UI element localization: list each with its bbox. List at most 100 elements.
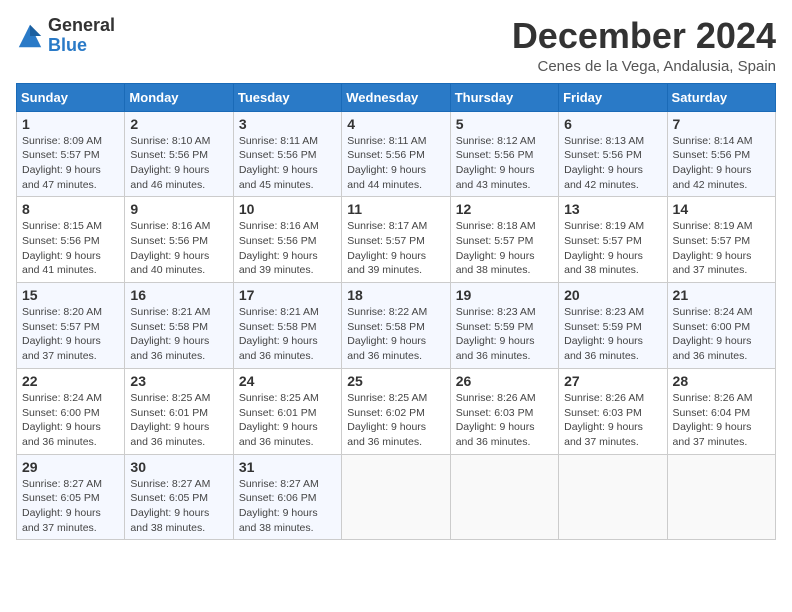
- weekday-header: Wednesday: [342, 83, 450, 111]
- calendar-header-row: SundayMondayTuesdayWednesdayThursdayFrid…: [17, 83, 776, 111]
- calendar-cell: 2 Sunrise: 8:10 AMSunset: 5:56 PMDaylight…: [125, 111, 233, 197]
- calendar-cell: 15Sunrise: 8:20 AMSunset: 5:57 PMDayligh…: [17, 283, 125, 369]
- day-number: 12: [456, 201, 553, 217]
- day-number: 31: [239, 459, 336, 475]
- logo-text: General Blue: [48, 16, 115, 56]
- page-header: General Blue December 2024 Cenes de la V…: [16, 16, 776, 75]
- calendar-cell: 17Sunrise: 8:21 AMSunset: 5:58 PMDayligh…: [233, 283, 341, 369]
- calendar-cell: 20Sunrise: 8:23 AMSunset: 5:59 PMDayligh…: [559, 283, 667, 369]
- calendar-cell: 9 Sunrise: 8:16 AMSunset: 5:56 PMDaylight…: [125, 197, 233, 283]
- weekday-header: Thursday: [450, 83, 558, 111]
- day-info: Sunrise: 8:14 AMSunset: 5:56 PMDaylight:…: [673, 134, 770, 193]
- calendar-cell: 8Sunrise: 8:15 AMSunset: 5:56 PMDaylight…: [17, 197, 125, 283]
- day-number: 29: [22, 459, 119, 475]
- calendar-cell: 3 Sunrise: 8:11 AMSunset: 5:56 PMDaylight…: [233, 111, 341, 197]
- day-info: Sunrise: 8:16 AMSunset: 5:56 PMDaylight:…: [239, 219, 336, 278]
- calendar-cell: 19 Sunrise: 8:23 AMSunset: 5:59 PMDayligh…: [450, 283, 558, 369]
- weekday-header: Tuesday: [233, 83, 341, 111]
- day-info: Sunrise: 8:23 AMSunset: 5:59 PMDaylight:…: [456, 305, 553, 364]
- weekday-header: Sunday: [17, 83, 125, 111]
- day-number: 5: [456, 116, 553, 132]
- calendar-cell: [559, 454, 667, 540]
- day-number: 24: [239, 373, 336, 389]
- day-number: 13: [564, 201, 661, 217]
- day-info: Sunrise: 8:17 AMSunset: 5:57 PMDaylight:…: [347, 219, 444, 278]
- calendar-cell: 26 Sunrise: 8:26 AMSunset: 6:03 PMDayligh…: [450, 368, 558, 454]
- day-number: 11: [347, 201, 444, 217]
- day-number: 2: [130, 116, 227, 132]
- calendar-cell: 4Sunrise: 8:11 AMSunset: 5:56 PMDaylight…: [342, 111, 450, 197]
- day-number: 26: [456, 373, 553, 389]
- calendar-cell: 18 Sunrise: 8:22 AMSunset: 5:58 PMDayligh…: [342, 283, 450, 369]
- day-info: Sunrise: 8:20 AMSunset: 5:57 PMDaylight:…: [22, 305, 119, 364]
- day-info: Sunrise: 8:26 AMSunset: 6:03 PMDaylight:…: [564, 391, 661, 450]
- day-info: Sunrise: 8:12 AMSunset: 5:56 PMDaylight:…: [456, 134, 553, 193]
- day-info: Sunrise: 8:19 AMSunset: 5:57 PMDaylight:…: [564, 219, 661, 278]
- day-number: 18: [347, 287, 444, 303]
- day-info: Sunrise: 8:13 AMSunset: 5:56 PMDaylight:…: [564, 134, 661, 193]
- day-number: 20: [564, 287, 661, 303]
- weekday-header: Saturday: [667, 83, 775, 111]
- calendar-cell: 5 Sunrise: 8:12 AMSunset: 5:56 PMDaylight…: [450, 111, 558, 197]
- day-info: Sunrise: 8:25 AMSunset: 6:01 PMDaylight:…: [239, 391, 336, 450]
- calendar-cell: 24 Sunrise: 8:25 AMSunset: 6:01 PMDayligh…: [233, 368, 341, 454]
- calendar-cell: [667, 454, 775, 540]
- calendar-cell: 30 Sunrise: 8:27 AMSunset: 6:05 PMDayligh…: [125, 454, 233, 540]
- day-info: Sunrise: 8:26 AMSunset: 6:03 PMDaylight:…: [456, 391, 553, 450]
- day-info: Sunrise: 8:16 AMSunset: 5:56 PMDaylight:…: [130, 219, 227, 278]
- day-number: 9: [130, 201, 227, 217]
- day-number: 6: [564, 116, 661, 132]
- calendar-cell: 31Sunrise: 8:27 AMSunset: 6:06 PMDayligh…: [233, 454, 341, 540]
- calendar-cell: 11 Sunrise: 8:17 AMSunset: 5:57 PMDayligh…: [342, 197, 450, 283]
- day-number: 3: [239, 116, 336, 132]
- day-info: Sunrise: 8:11 AMSunset: 5:56 PMDaylight:…: [239, 134, 336, 193]
- day-info: Sunrise: 8:27 AMSunset: 6:05 PMDaylight:…: [22, 477, 119, 536]
- day-number: 23: [130, 373, 227, 389]
- calendar-cell: 14 Sunrise: 8:19 AMSunset: 5:57 PMDayligh…: [667, 197, 775, 283]
- day-info: Sunrise: 8:10 AMSunset: 5:56 PMDaylight:…: [130, 134, 227, 193]
- calendar-cell: 16 Sunrise: 8:21 AMSunset: 5:58 PMDayligh…: [125, 283, 233, 369]
- calendar-cell: 10 Sunrise: 8:16 AMSunset: 5:56 PMDayligh…: [233, 197, 341, 283]
- day-info: Sunrise: 8:27 AMSunset: 6:05 PMDaylight:…: [130, 477, 227, 536]
- calendar-week-row: 1 Sunrise: 8:09 AMSunset: 5:57 PMDaylight…: [17, 111, 776, 197]
- day-number: 30: [130, 459, 227, 475]
- day-number: 1: [22, 116, 119, 132]
- day-info: Sunrise: 8:22 AMSunset: 5:58 PMDaylight:…: [347, 305, 444, 364]
- weekday-header: Monday: [125, 83, 233, 111]
- day-number: 22: [22, 373, 119, 389]
- logo-general-text: General: [48, 16, 115, 36]
- day-info: Sunrise: 8:24 AMSunset: 6:00 PMDaylight:…: [673, 305, 770, 364]
- day-info: Sunrise: 8:18 AMSunset: 5:57 PMDaylight:…: [456, 219, 553, 278]
- day-number: 25: [347, 373, 444, 389]
- calendar-cell: 25Sunrise: 8:25 AMSunset: 6:02 PMDayligh…: [342, 368, 450, 454]
- title-block: December 2024 Cenes de la Vega, Andalusi…: [512, 16, 776, 75]
- day-info: Sunrise: 8:21 AMSunset: 5:58 PMDaylight:…: [130, 305, 227, 364]
- day-number: 19: [456, 287, 553, 303]
- calendar-cell: 27 Sunrise: 8:26 AMSunset: 6:03 PMDayligh…: [559, 368, 667, 454]
- day-number: 27: [564, 373, 661, 389]
- day-number: 10: [239, 201, 336, 217]
- day-number: 7: [673, 116, 770, 132]
- day-number: 8: [22, 201, 119, 217]
- day-info: Sunrise: 8:09 AMSunset: 5:57 PMDaylight:…: [22, 134, 119, 193]
- day-info: Sunrise: 8:25 AMSunset: 6:01 PMDaylight:…: [130, 391, 227, 450]
- calendar-cell: [450, 454, 558, 540]
- day-number: 17: [239, 287, 336, 303]
- calendar-cell: 7 Sunrise: 8:14 AMSunset: 5:56 PMDaylight…: [667, 111, 775, 197]
- logo-icon: [16, 22, 44, 50]
- calendar-cell: 13 Sunrise: 8:19 AMSunset: 5:57 PMDayligh…: [559, 197, 667, 283]
- calendar-cell: 22 Sunrise: 8:24 AMSunset: 6:00 PMDayligh…: [17, 368, 125, 454]
- day-number: 21: [673, 287, 770, 303]
- calendar-week-row: 29 Sunrise: 8:27 AMSunset: 6:05 PMDayligh…: [17, 454, 776, 540]
- day-info: Sunrise: 8:24 AMSunset: 6:00 PMDaylight:…: [22, 391, 119, 450]
- logo: General Blue: [16, 16, 115, 56]
- day-info: Sunrise: 8:19 AMSunset: 5:57 PMDaylight:…: [673, 219, 770, 278]
- day-info: Sunrise: 8:26 AMSunset: 6:04 PMDaylight:…: [673, 391, 770, 450]
- calendar-cell: 29 Sunrise: 8:27 AMSunset: 6:05 PMDayligh…: [17, 454, 125, 540]
- calendar-cell: 23 Sunrise: 8:25 AMSunset: 6:01 PMDayligh…: [125, 368, 233, 454]
- day-number: 14: [673, 201, 770, 217]
- calendar-cell: 12 Sunrise: 8:18 AMSunset: 5:57 PMDayligh…: [450, 197, 558, 283]
- calendar-cell: 21 Sunrise: 8:24 AMSunset: 6:00 PMDayligh…: [667, 283, 775, 369]
- day-number: 16: [130, 287, 227, 303]
- calendar-title: December 2024: [512, 16, 776, 56]
